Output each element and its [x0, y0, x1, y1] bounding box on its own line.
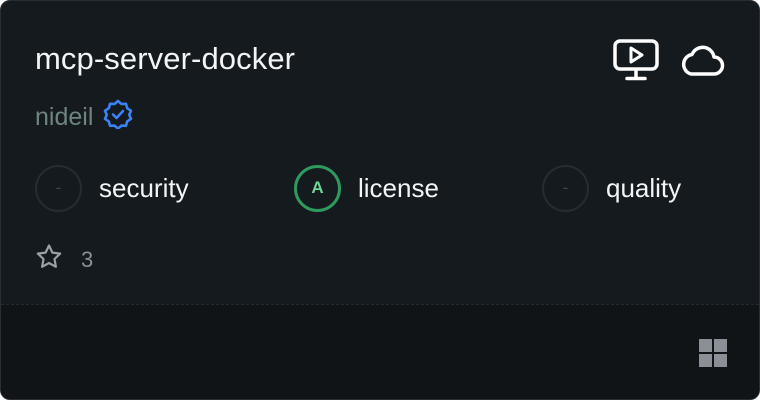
quality-label: quality — [606, 172, 682, 203]
author-row: nideil — [35, 99, 133, 134]
security-label: security — [99, 172, 189, 203]
metrics-row: - security A license - quality — [35, 164, 735, 212]
windows-icon — [699, 339, 727, 367]
metric-quality[interactable]: - quality — [542, 164, 681, 212]
stars-row: 3 — [35, 243, 93, 276]
verified-badge-icon — [103, 99, 133, 134]
stars-count: 3 — [81, 246, 94, 272]
star-icon — [35, 243, 63, 276]
deployment-icons — [613, 39, 725, 81]
security-grade-badge: - — [35, 164, 82, 212]
license-label: license — [358, 172, 439, 203]
card-footer — [1, 304, 759, 399]
license-grade-badge: A — [294, 164, 341, 212]
server-card[interactable]: mcp-server-docker nideil - security A li… — [0, 0, 760, 400]
author-name[interactable]: nideil — [35, 100, 93, 134]
cloud-icon — [679, 39, 725, 81]
metric-security[interactable]: - security — [35, 164, 189, 212]
metric-license[interactable]: A license — [294, 164, 439, 212]
local-monitor-icon — [613, 39, 659, 81]
server-title[interactable]: mcp-server-docker — [35, 39, 295, 79]
quality-grade-badge: - — [542, 164, 589, 212]
